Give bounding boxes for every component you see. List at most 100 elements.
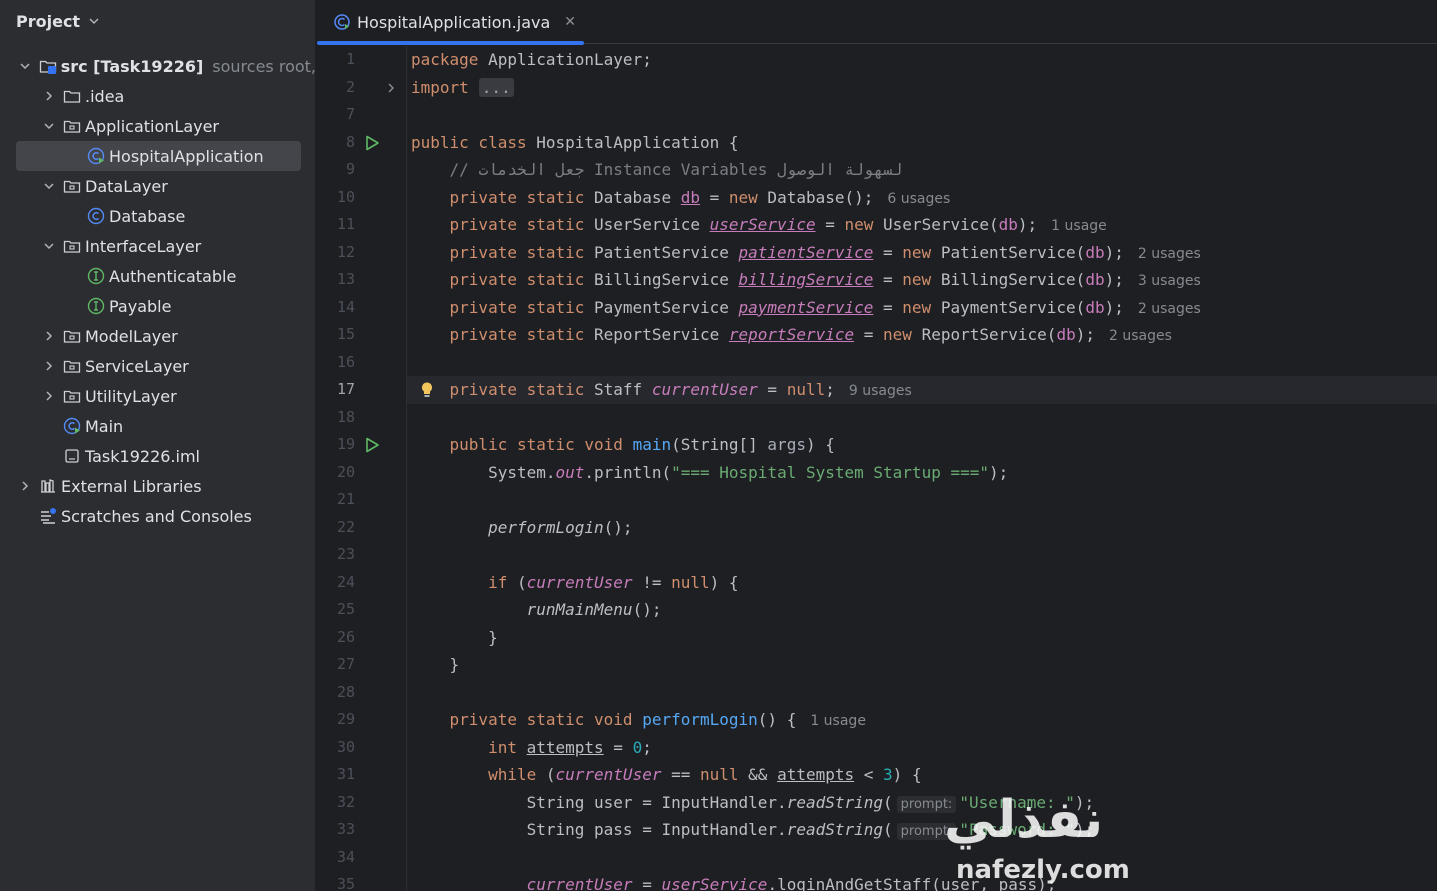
code-line: public class HospitalApplication { (411, 132, 739, 152)
tree-item-database[interactable]: Database (0, 201, 316, 231)
line-number: 29 (336, 710, 355, 728)
chevron-right-icon[interactable] (40, 357, 58, 375)
project-panel-header[interactable]: Project (16, 9, 100, 33)
tree-item-label: Database (109, 206, 186, 226)
tree-item-modellayer[interactable]: ModelLayer (0, 321, 316, 351)
chevron-down-icon[interactable] (40, 237, 58, 255)
gutter-line: 22 (317, 514, 407, 542)
gutter-line: 29 (317, 706, 407, 734)
gutter-line: 30 (317, 734, 407, 762)
usages-hint[interactable]: 2 usages (1138, 301, 1201, 317)
run-icon[interactable] (363, 436, 381, 454)
interface-icon (86, 266, 106, 286)
close-icon[interactable]: ✕ (564, 14, 576, 30)
tree-item-datalayer[interactable]: DataLayer (0, 171, 316, 201)
code-line: if (currentUser != null) { (488, 572, 739, 592)
chevron-right-icon[interactable] (40, 387, 58, 405)
arabic-comment: // جعل الخدمات Instance Variables لسهولة… (449, 160, 903, 179)
usages-hint[interactable]: 2 usages (1109, 328, 1172, 344)
java-class-runnable-icon (62, 416, 82, 436)
gutter-line: 24 (317, 569, 407, 597)
project-panel-title[interactable]: Project (16, 12, 80, 31)
folded-imports[interactable]: ... (478, 77, 514, 97)
code-line: // جعل الخدمات Instance Variables لسهولة… (407, 156, 1437, 184)
tree-item-label: Scratches and Consoles (61, 506, 252, 526)
chevron-right-icon[interactable] (16, 477, 34, 495)
gutter-line: 26 (317, 624, 407, 652)
tree-item-label: src [Task19226] (60, 56, 204, 76)
tree-item-label: ApplicationLayer (85, 116, 220, 136)
tree-item-main[interactable]: Main (0, 411, 316, 441)
line-number: 23 (336, 545, 355, 563)
libraries-icon (38, 476, 58, 496)
tree-item-scratches-and-consoles[interactable]: Scratches and Consoles (0, 501, 316, 531)
tree-item-task19226-iml[interactable]: Task19226.iml (0, 441, 316, 471)
java-class-runnable-icon (86, 146, 106, 166)
gutter-line: 18 (317, 404, 407, 432)
project-panel: Project src [Task19226] sources root, .ide… (0, 0, 316, 891)
gutter-line: 34 (317, 844, 407, 872)
line-number: 26 (336, 627, 355, 646)
tree-item-label: .idea (85, 86, 125, 106)
chevron-down-icon[interactable] (88, 15, 100, 27)
chevron-down-icon[interactable] (40, 117, 58, 135)
line-number: 22 (336, 517, 355, 536)
usages-hint[interactable]: 1 usage (810, 713, 866, 729)
source-folder-icon (38, 56, 58, 76)
line-number: 21 (336, 490, 355, 508)
module-file-icon (62, 446, 82, 466)
tree-item-idea[interactable]: .idea (0, 81, 316, 111)
lightbulb-icon[interactable] (419, 381, 435, 399)
editor-tab-bar: HospitalApplication.java ✕ (317, 0, 1437, 45)
scratches-icon (38, 506, 58, 526)
gutter-line: 16 (317, 349, 407, 377)
line-number: 7 (345, 105, 355, 123)
tree-item-utilitylayer[interactable]: UtilityLayer (0, 381, 316, 411)
usages-hint[interactable]: 9 usages (849, 383, 912, 399)
gutter-line: 19 (317, 431, 407, 459)
tree-item-external-libraries[interactable]: External Libraries (0, 471, 316, 501)
line-number: 31 (336, 765, 355, 783)
tree-item-servicelayer[interactable]: ServiceLayer (0, 351, 316, 381)
tree-item-label: Task19226.iml (85, 446, 200, 466)
tree-item-authenticatable[interactable]: Authenticatable (0, 261, 316, 291)
usages-hint[interactable]: 1 usage (1051, 218, 1107, 234)
gutter-line: 12 (317, 239, 407, 267)
interface-icon (86, 296, 106, 316)
folder-icon (62, 86, 82, 106)
code-area[interactable]: package ApplicationLayer; import... publ… (407, 46, 1437, 891)
line-number: 27 (336, 655, 355, 673)
chevron-right-icon[interactable] (40, 87, 58, 105)
tree-item-interfacelayer[interactable]: InterfaceLayer (0, 231, 316, 261)
tree-item-hospitalapplication[interactable]: HospitalApplication (0, 141, 316, 171)
fold-expand-icon[interactable] (385, 82, 397, 94)
tree-item-label: Authenticatable (109, 266, 237, 286)
gutter-line: 8 (317, 129, 407, 157)
chevron-down-icon[interactable] (40, 177, 58, 195)
tree-item-label: UtilityLayer (85, 386, 177, 406)
package-icon (62, 176, 82, 196)
tree-item-payable[interactable]: Payable (0, 291, 316, 321)
usages-hint[interactable]: 6 usages (887, 191, 950, 207)
line-number: 9 (345, 160, 355, 178)
code-line: import... (407, 74, 1437, 102)
chevron-down-icon[interactable] (16, 57, 34, 75)
tab-hospital-application[interactable]: HospitalApplication.java ✕ (317, 0, 584, 45)
chevron-right-icon[interactable] (40, 327, 58, 345)
usages-hint[interactable]: 3 usages (1138, 273, 1201, 289)
run-icon[interactable] (363, 134, 381, 152)
usages-hint[interactable]: 2 usages (1138, 246, 1201, 262)
tree-item-applicationlayer[interactable]: ApplicationLayer (0, 111, 316, 141)
tree-item-src-task19226[interactable]: src [Task19226] sources root, (0, 51, 316, 81)
gutter-line: 25 (317, 596, 407, 624)
